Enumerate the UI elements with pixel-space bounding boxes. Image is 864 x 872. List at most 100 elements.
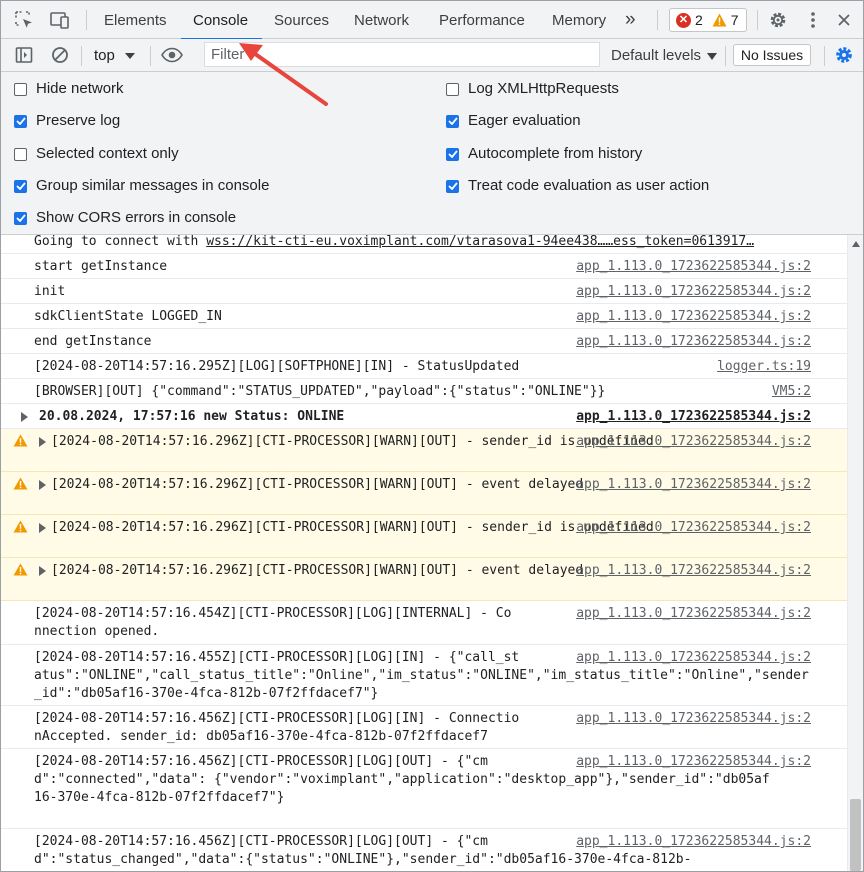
source-link[interactable]: app_1.113.0_1723622585344.js:2 (576, 649, 811, 667)
message-text: Going to connect with wss://kit-cti-eu.v… (34, 235, 814, 251)
issue-counter[interactable]: ✕ 2 7 (669, 8, 747, 32)
checkbox[interactable] (446, 82, 459, 96)
gear-icon[interactable] (767, 9, 789, 31)
checkbox[interactable] (14, 82, 27, 96)
scroll-up-icon[interactable] (852, 241, 860, 247)
source-link[interactable]: app_1.113.0_1723622585344.js:2 (576, 833, 811, 851)
source-link[interactable]: app_1.113.0_1723622585344.js:2 (576, 753, 811, 771)
tab-console[interactable]: Console (180, 1, 263, 40)
checkbox[interactable] (14, 147, 27, 161)
warning-icon (13, 563, 28, 576)
eager-evaluation-option[interactable]: Eager evaluation (446, 111, 581, 131)
context-selector[interactable]: top (94, 39, 135, 72)
checkmark-icon (447, 117, 458, 125)
separator (150, 46, 151, 66)
source-link[interactable]: app_1.113.0_1723622585344.js:2 (576, 710, 811, 728)
option-label: Selected context only (36, 145, 179, 162)
inspect-element-icon[interactable] (13, 9, 35, 31)
checkbox[interactable] (446, 147, 459, 161)
checkmark-icon (447, 182, 458, 190)
separator (81, 46, 82, 66)
checkbox[interactable] (446, 114, 459, 128)
console-message: [BROWSER][OUT] {"command":"STATUS_UPDATE… (1, 379, 847, 404)
console-scrollbar[interactable] (847, 235, 863, 871)
tab-performance[interactable]: Performance (439, 1, 525, 39)
warning-message: [2024-08-20T14:57:16.296Z][CTI-PROCESSOR… (1, 558, 847, 601)
option-label: Show CORS errors in console (36, 209, 237, 226)
checkbox[interactable] (446, 179, 459, 193)
checkbox[interactable] (14, 179, 27, 193)
close-icon[interactable] (833, 9, 855, 31)
warning-message: [2024-08-20T14:57:16.296Z][CTI-PROCESSOR… (1, 429, 847, 472)
scrollbar-thumb[interactable] (850, 799, 861, 871)
console-settings-pane: Hide network Preserve log Selected conte… (1, 72, 863, 235)
source-link[interactable]: app_1.113.0_1723622585344.js:2 (576, 433, 811, 451)
message-prefix: Going to connect with (34, 235, 207, 249)
treat-code-evaluation-option[interactable]: Treat code evaluation as user action (446, 176, 709, 196)
log-levels-dropdown[interactable]: Default levels (611, 39, 718, 72)
tab-elements[interactable]: Elements (104, 1, 167, 39)
preserve-log-option[interactable]: Preserve log (14, 111, 120, 131)
console-message: start getInstance app_1.113.0_1723622585… (1, 254, 847, 279)
source-link[interactable]: app_1.113.0_1723622585344.js:2 (576, 605, 811, 623)
log-xmlhttprequests-option[interactable]: Log XMLHttpRequests (446, 79, 619, 99)
filter-input[interactable] (204, 42, 600, 67)
source-link[interactable]: app_1.113.0_1723622585344.js:2 (576, 408, 811, 426)
source-link[interactable]: app_1.113.0_1723622585344.js:2 (576, 562, 811, 580)
checkbox[interactable] (14, 114, 27, 128)
console-message: init app_1.113.0_1723622585344.js:2 (1, 279, 847, 304)
autocomplete-from-history-option[interactable]: Autocomplete from history (446, 144, 642, 164)
source-link[interactable]: app_1.113.0_1723622585344.js:2 (576, 519, 811, 537)
console-message: sdkClientState LOGGED_IN app_1.113.0_172… (1, 304, 847, 329)
checkbox[interactable] (14, 211, 27, 225)
option-label: Eager evaluation (468, 112, 581, 129)
console-message: [2024-08-20T14:57:16.456Z][CTI-PROCESSOR… (1, 829, 847, 871)
message-text: [BROWSER][OUT] {"command":"STATUS_UPDATE… (34, 384, 606, 399)
device-toolbar-icon[interactable] (49, 9, 71, 31)
console-settings-gear-icon[interactable] (833, 44, 855, 66)
console-message: [2024-08-20T14:57:16.295Z][LOG][SOFTPHON… (1, 354, 847, 379)
source-link[interactable]: app_1.113.0_1723622585344.js:2 (576, 333, 811, 351)
source-link[interactable]: logger.ts:19 (717, 358, 811, 376)
panel-tab-bar: Elements Console Sources Network Perform… (1, 1, 863, 40)
errors-count: 2 (695, 12, 703, 28)
source-link[interactable]: app_1.113.0_1723622585344.js:2 (576, 283, 811, 301)
chevron-down-icon (124, 52, 135, 59)
separator (757, 10, 758, 30)
checkmark-icon (15, 214, 26, 222)
hide-network-option[interactable]: Hide network (14, 79, 124, 99)
kebab-menu-icon[interactable] (802, 9, 824, 31)
more-tabs-icon[interactable]: » (625, 1, 636, 39)
clear-console-icon[interactable] (49, 44, 71, 66)
eye-icon[interactable] (161, 44, 183, 66)
tab-memory[interactable]: Memory (552, 1, 606, 39)
websocket-link[interactable]: wss://kit-cti-eu.voximplant.com/vtarasov… (206, 235, 754, 249)
sidebar-toggle-icon[interactable] (13, 44, 35, 66)
source-link[interactable]: VM5:2 (772, 383, 811, 401)
group-similar-option[interactable]: Group similar messages in console (14, 176, 269, 196)
option-label: Autocomplete from history (468, 145, 643, 162)
chevron-down-icon (707, 53, 718, 60)
error-icon: ✕ (676, 12, 691, 28)
console-message: end getInstance app_1.113.0_172362258534… (1, 329, 847, 354)
console-message: [2024-08-20T14:57:16.454Z][CTI-PROCESSOR… (1, 601, 847, 645)
console-message: Going to connect with wss://kit-cti-eu.v… (1, 235, 847, 254)
console-message: [2024-08-20T14:57:16.456Z][CTI-PROCESSOR… (1, 749, 847, 829)
option-label: Preserve log (36, 112, 121, 129)
tab-sources[interactable]: Sources (274, 1, 329, 39)
expand-triangle-icon[interactable] (21, 412, 28, 422)
source-link[interactable]: app_1.113.0_1723622585344.js:2 (576, 258, 811, 276)
console-messages: Going to connect with wss://kit-cti-eu.v… (1, 235, 847, 871)
tab-network[interactable]: Network (354, 1, 409, 39)
separator (86, 10, 87, 30)
separator (824, 46, 825, 66)
source-link[interactable]: app_1.113.0_1723622585344.js:2 (576, 308, 811, 326)
checkmark-icon (15, 182, 26, 190)
message-text: [2024-08-20T14:57:16.295Z][LOG][SOFTPHON… (34, 359, 520, 374)
selected-context-only-option[interactable]: Selected context only (14, 144, 179, 164)
separator (657, 10, 658, 30)
console-group[interactable]: 20.08.2024, 17:57:16 new Status: ONLINE … (1, 404, 847, 429)
source-link[interactable]: app_1.113.0_1723622585344.js:2 (576, 476, 811, 494)
show-cors-errors-option[interactable]: Show CORS errors in console (14, 208, 236, 228)
issues-button[interactable]: No Issues (733, 44, 811, 66)
